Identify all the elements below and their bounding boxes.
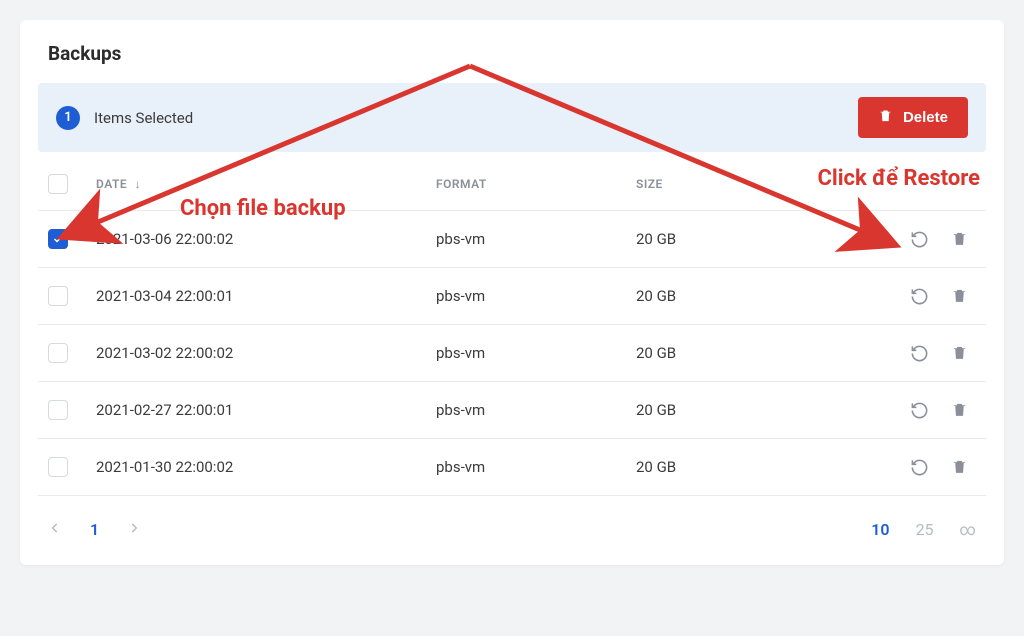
page-prev-button[interactable]	[48, 520, 62, 539]
row-date: 2021-02-27 22:00:01	[96, 401, 436, 419]
row-date: 2021-03-04 22:00:01	[96, 287, 436, 305]
row-size: 20 GB	[636, 230, 796, 248]
table-header: DATE ↓ FORMAT SIZE	[38, 152, 986, 211]
row-format: pbs-vm	[436, 344, 636, 362]
restore-icon[interactable]	[910, 287, 929, 306]
select-all-checkbox[interactable]	[48, 174, 68, 194]
page-next-button[interactable]	[127, 520, 141, 539]
row-checkbox[interactable]	[48, 457, 68, 477]
restore-icon[interactable]	[910, 230, 929, 249]
row-format: pbs-vm	[436, 287, 636, 305]
row-checkbox[interactable]	[48, 286, 68, 306]
row-size: 20 GB	[636, 287, 796, 305]
row-checkbox[interactable]	[48, 400, 68, 420]
row-format: pbs-vm	[436, 230, 636, 248]
row-date: 2021-03-02 22:00:02	[96, 344, 436, 362]
row-format: pbs-vm	[436, 401, 636, 419]
sort-arrow-down-icon: ↓	[135, 177, 142, 191]
selected-count-badge: 1	[56, 106, 80, 130]
row-size: 20 GB	[636, 344, 796, 362]
table-row: 2021-01-30 22:00:02 pbs-vm 20 GB	[38, 439, 986, 496]
column-header-size[interactable]: SIZE	[636, 177, 796, 191]
row-date: 2021-03-06 22:00:02	[96, 230, 436, 248]
row-date: 2021-01-30 22:00:02	[96, 458, 436, 476]
trash-icon	[878, 108, 893, 127]
row-checkbox[interactable]	[48, 343, 68, 363]
card-title: Backups	[20, 20, 1004, 83]
restore-icon[interactable]	[910, 401, 929, 420]
trash-icon[interactable]	[951, 287, 968, 306]
trash-icon[interactable]	[951, 230, 968, 249]
trash-icon[interactable]	[951, 458, 968, 477]
row-size: 20 GB	[636, 458, 796, 476]
column-header-date[interactable]: DATE ↓	[96, 177, 436, 191]
page-size-option[interactable]: 10	[871, 520, 889, 539]
trash-icon[interactable]	[951, 344, 968, 363]
table-row: 2021-03-06 22:00:02 pbs-vm 20 GB	[38, 211, 986, 268]
page-size-option[interactable]: ∞	[960, 520, 976, 539]
delete-label: Delete	[903, 109, 948, 126]
backup-table: DATE ↓ FORMAT SIZE 2021-03-06 22:00:02 p…	[20, 152, 1004, 496]
table-row: 2021-03-02 22:00:02 pbs-vm 20 GB	[38, 325, 986, 382]
backups-card: Backups 1 Items Selected Delete DATE ↓ F…	[20, 20, 1004, 565]
restore-icon[interactable]	[910, 344, 929, 363]
page-current[interactable]: 1	[90, 520, 99, 539]
selection-bar: 1 Items Selected Delete	[38, 83, 986, 152]
row-checkbox[interactable]	[48, 229, 68, 249]
pagination: 1 10 25 ∞	[20, 496, 1004, 565]
row-size: 20 GB	[636, 401, 796, 419]
page-size-option[interactable]: 25	[916, 520, 934, 539]
selected-count-label: Items Selected	[94, 109, 193, 127]
restore-icon[interactable]	[910, 458, 929, 477]
table-row: 2021-03-04 22:00:01 pbs-vm 20 GB	[38, 268, 986, 325]
column-header-format[interactable]: FORMAT	[436, 177, 636, 191]
table-row: 2021-02-27 22:00:01 pbs-vm 20 GB	[38, 382, 986, 439]
row-format: pbs-vm	[436, 458, 636, 476]
delete-button[interactable]: Delete	[858, 97, 968, 138]
trash-icon[interactable]	[951, 401, 968, 420]
selection-left: 1 Items Selected	[56, 106, 193, 130]
